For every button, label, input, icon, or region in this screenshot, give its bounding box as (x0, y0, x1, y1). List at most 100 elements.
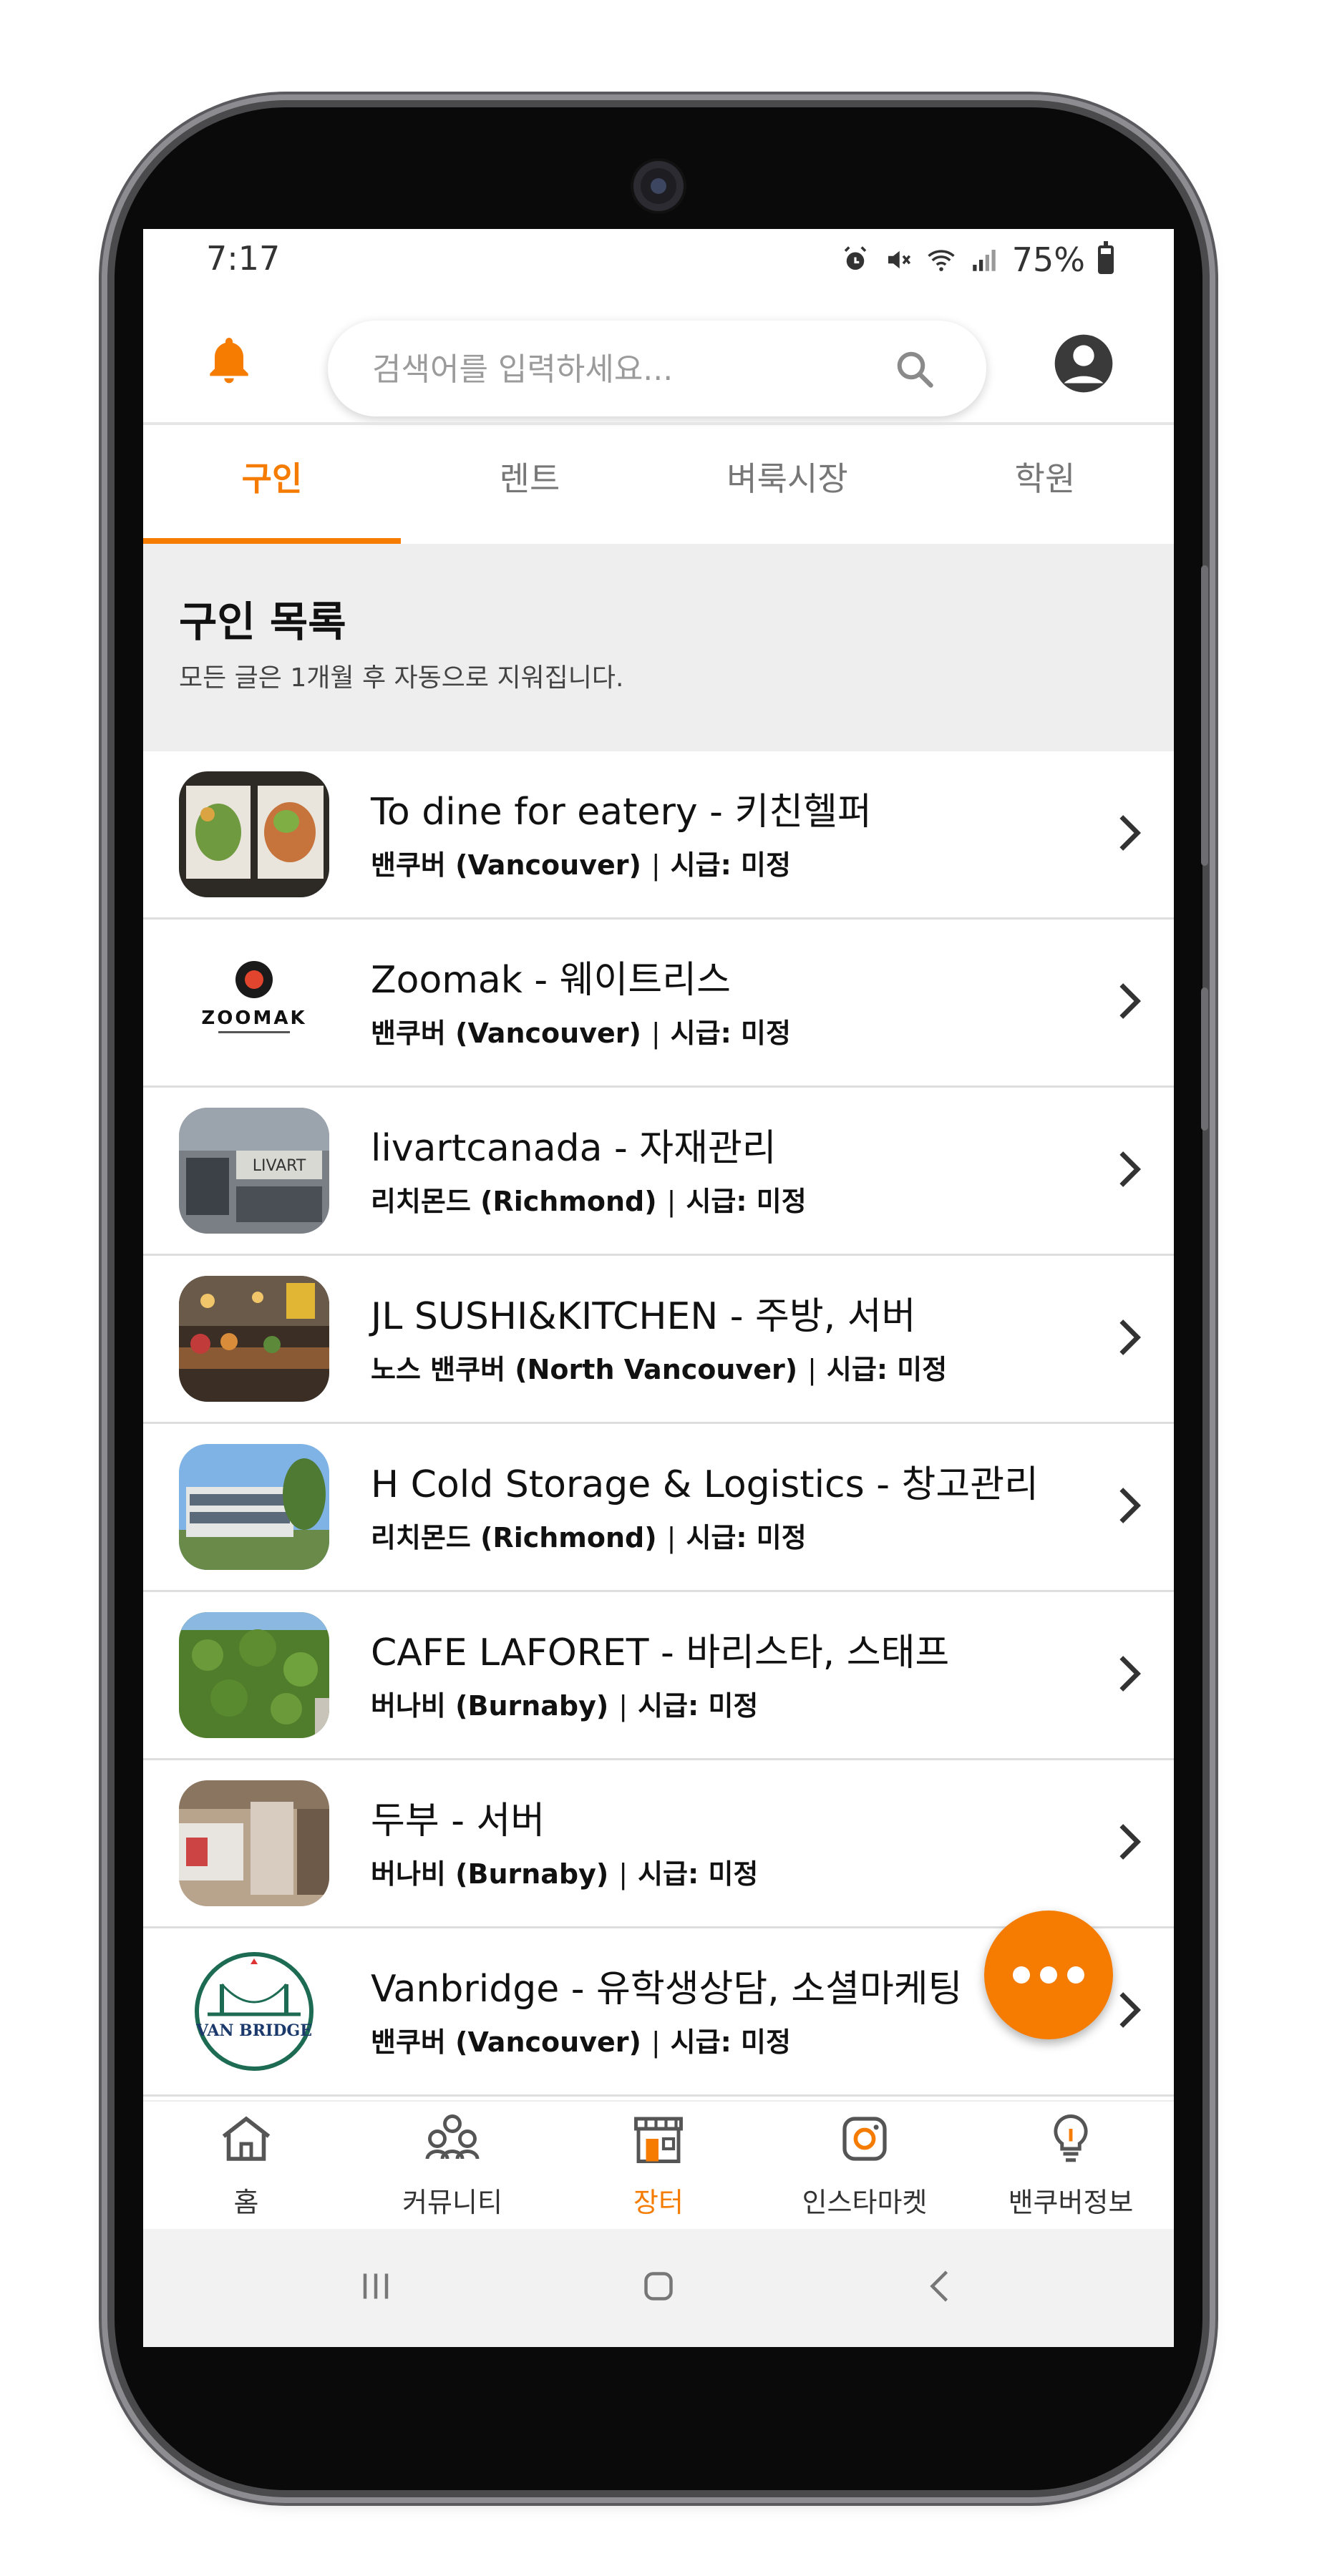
search-bar[interactable] (328, 321, 986, 416)
instagram-icon (842, 2117, 887, 2161)
alarm-icon (844, 246, 866, 270)
listing-wage: 시급: 미정 (686, 1186, 807, 1217)
listing-thumbnail: VAN BRIDGE (179, 1948, 329, 2074)
listing-meta: 리치몬드 (Richmond) | 시급: 미정 (371, 1186, 807, 1217)
list-item[interactable]: LIVART livartcanada - 자재관리 리치몬드 (Richmon… (143, 1088, 1174, 1256)
nav-insta-market[interactable]: 인스타마켓 (762, 2102, 968, 2229)
listing-location: 버나비 (Burnaby) (371, 1690, 609, 1722)
category-tabs: 구인 렌트 벼룩시장 학원 (143, 422, 1174, 544)
listing-location: 밴쿠버 (Vancouver) (371, 2026, 641, 2058)
community-icon (425, 2114, 480, 2160)
listing-wage: 시급: 미정 (670, 849, 791, 881)
nav-community[interactable]: 커뮤니티 (349, 2102, 555, 2229)
listing-thumbnail (179, 1276, 329, 1402)
chevron-right-icon (1119, 983, 1142, 1019)
listing-meta: 밴쿠버 (Vancouver) | 시급: 미정 (371, 2026, 791, 2058)
status-time: 7:17 (206, 239, 281, 278)
list-subtitle: 모든 글은 1개월 후 자동으로 지워집니다. (179, 663, 624, 693)
listing-title: Zoomak - 웨이트리스 (371, 959, 731, 1002)
list-header: 구인 목록 모든 글은 1개월 후 자동으로 지워집니다. (143, 544, 1174, 751)
bottom-nav: 홈 커뮤니티 장터 인스타마켓 밴쿠버정보 (143, 2100, 1174, 2229)
list-item[interactable]: CAFE LAFORET - 바리스타, 스태프 버나비 (Burnaby) | 시… (143, 1592, 1174, 1760)
listing-meta: 버나비 (Burnaby) | 시급: 미정 (371, 1690, 759, 1722)
more-dots-icon (1040, 1966, 1057, 1984)
job-list: To dine for eatery - 키친헬퍼 밴쿠버 (Vancouver… (143, 751, 1174, 2097)
chevron-right-icon (1119, 1656, 1142, 1692)
list-item[interactable]: 두부 - 서버 버나비 (Burnaby) | 시급: 미정 (143, 1760, 1174, 1928)
listing-thumbnail: ZOOMAK (179, 940, 329, 1065)
bell-icon[interactable] (200, 331, 258, 388)
listing-thumbnail: LIVART (179, 1108, 329, 1234)
back-icon[interactable] (920, 2265, 963, 2308)
nav-home-label: 홈 (233, 2187, 259, 2218)
listing-meta: 밴쿠버 (Vancouver) | 시급: 미정 (371, 849, 791, 881)
status-bar: 7:17 75% (143, 229, 1174, 293)
nav-market[interactable]: 장터 (555, 2102, 762, 2229)
chevron-right-icon (1119, 1992, 1142, 2028)
nav-vancouver-info[interactable]: 밴쿠버정보 (968, 2102, 1174, 2229)
listing-wage: 시급: 미정 (638, 1690, 759, 1722)
system-nav-bar (143, 2229, 1174, 2347)
listing-wage: 시급: 미정 (638, 1858, 759, 1890)
listing-location: 버나비 (Burnaby) (371, 1858, 609, 1890)
front-camera (633, 161, 684, 211)
tab-academy[interactable]: 학원 (916, 425, 1174, 544)
listing-location: 노스 밴쿠버 (North Vancouver) (371, 1354, 798, 1385)
mute-icon (888, 250, 910, 269)
profile-icon[interactable] (1052, 332, 1115, 395)
signal-icon (973, 250, 996, 271)
more-dots-icon (1067, 1966, 1084, 1984)
listing-meta: 밴쿠버 (Vancouver) | 시급: 미정 (371, 1018, 791, 1049)
list-item[interactable]: To dine for eatery - 키친헬퍼 밴쿠버 (Vancouver… (143, 751, 1174, 919)
listing-wage: 시급: 미정 (670, 1018, 791, 1049)
chevron-right-icon (1119, 1488, 1142, 1523)
store-icon (634, 2117, 683, 2163)
listing-thumbnail (179, 1444, 329, 1570)
lightbulb-icon (1054, 2114, 1088, 2162)
list-item[interactable]: H Cold Storage & Logistics - 창고관리 리치몬드 (… (143, 1424, 1174, 1592)
listing-location: 리치몬드 (Richmond) (371, 1186, 657, 1217)
recent-apps-icon[interactable] (354, 2265, 397, 2308)
listing-location: 밴쿠버 (Vancouver) (371, 849, 641, 881)
listing-title: H Cold Storage & Logistics - 창고관리 (371, 1463, 1039, 1506)
wifi-icon (928, 250, 955, 271)
listing-thumbnail (179, 1612, 329, 1738)
svg-text:ZOOMAK: ZOOMAK (201, 1008, 306, 1029)
nav-home[interactable]: 홈 (143, 2102, 349, 2229)
list-item[interactable]: JL SUSHI&KITCHEN - 주방, 서버 노스 밴쿠버 (North … (143, 1256, 1174, 1424)
app-screen: 7:17 75% 구인 렌트 (143, 229, 1174, 2347)
zoomak-logo: ZOOMAK (201, 961, 306, 1033)
svg-text:LIVART: LIVART (253, 1157, 306, 1175)
listing-meta: 노스 밴쿠버 (North Vancouver) | 시급: 미정 (371, 1354, 948, 1385)
listing-thumbnail (179, 771, 329, 897)
chevron-right-icon (1119, 1319, 1142, 1355)
listing-location: 리치몬드 (Richmond) (371, 1522, 657, 1553)
listing-title: Vanbridge - 유학생상담, 소셜마케팅 (371, 1968, 963, 2011)
power-button (1201, 987, 1208, 1131)
search-icon[interactable] (893, 348, 936, 391)
listing-title: 두부 - 서버 (371, 1800, 545, 1843)
listing-wage: 시급: 미정 (670, 2026, 791, 2058)
battery-percent: 75% (1011, 240, 1085, 279)
nav-vancouver-info-label: 밴쿠버정보 (1008, 2187, 1134, 2218)
search-input[interactable] (371, 342, 860, 396)
tab-rent[interactable]: 렌트 (401, 425, 658, 544)
more-dots-icon (1013, 1966, 1030, 1984)
nav-market-label: 장터 (633, 2187, 684, 2218)
chevron-right-icon (1119, 815, 1142, 851)
list-title: 구인 목록 (179, 597, 346, 646)
listing-title: livartcanada - 자재관리 (371, 1127, 777, 1170)
tab-flea-market[interactable]: 벼룩시장 (658, 425, 916, 544)
home-icon (222, 2116, 271, 2161)
more-options-button[interactable] (984, 1911, 1113, 2039)
listing-meta: 버나비 (Burnaby) | 시급: 미정 (371, 1858, 759, 1890)
list-item[interactable]: ZOOMAK Zoomak - 웨이트리스 밴쿠버 (Vancouver) | 시급… (143, 919, 1174, 1088)
listing-title: CAFE LAFORET - 바리스타, 스태프 (371, 1631, 950, 1674)
listing-thumbnail (179, 1780, 329, 1906)
listing-meta: 리치몬드 (Richmond) | 시급: 미정 (371, 1522, 807, 1553)
tab-job[interactable]: 구인 (143, 425, 401, 544)
listing-title: JL SUSHI&KITCHEN - 주방, 서버 (371, 1295, 916, 1338)
nav-community-label: 커뮤니티 (402, 2187, 502, 2218)
home-button-icon[interactable] (637, 2265, 680, 2308)
chevron-right-icon (1119, 1151, 1142, 1187)
